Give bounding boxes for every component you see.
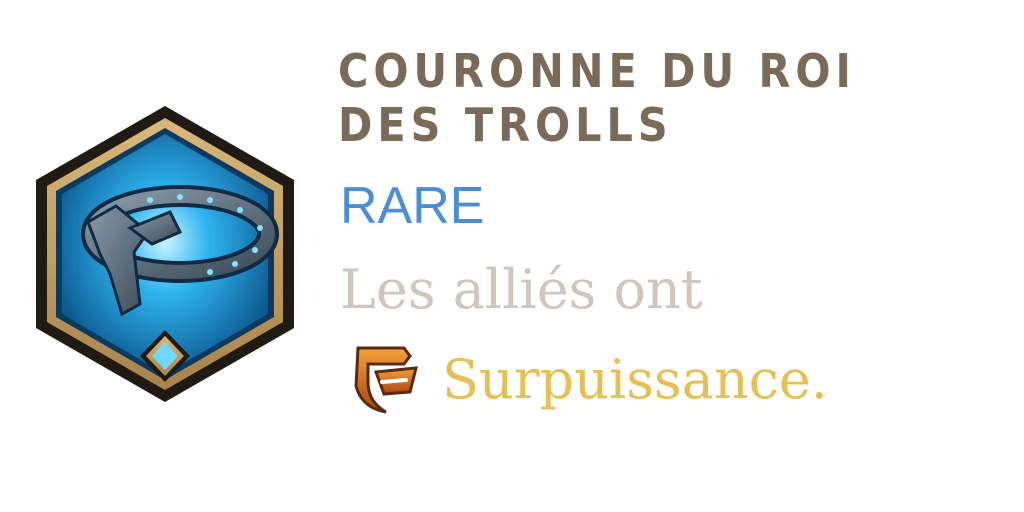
troll-king-crown-icon <box>30 104 300 404</box>
rarity-label: RARE <box>340 177 485 235</box>
item-description: Les alliés ont <box>340 258 703 321</box>
keyword-overpower: Surpuissance. <box>442 348 828 411</box>
keyword-row: Surpuissance. <box>346 340 828 420</box>
overpower-shield-icon <box>346 342 436 418</box>
item-title: COURONNE DU ROI DES TROLLS <box>338 44 856 152</box>
